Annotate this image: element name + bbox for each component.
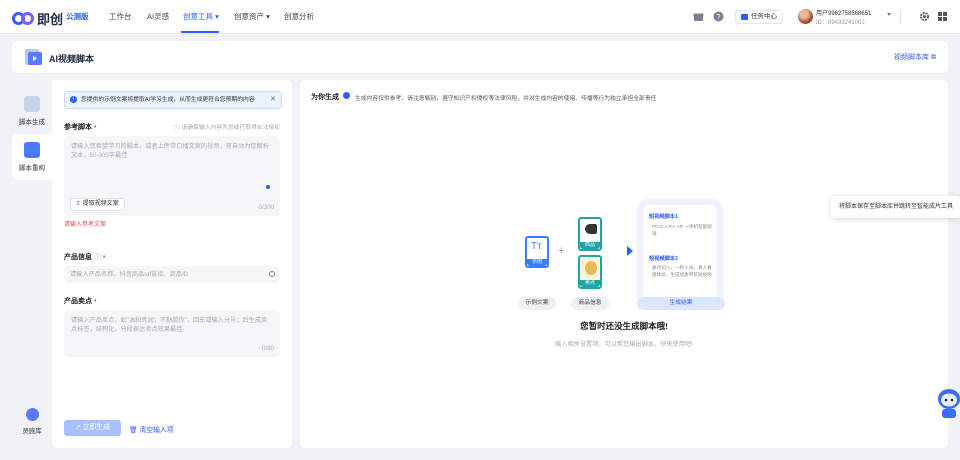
example-tile-caption: 示例 bbox=[527, 259, 547, 266]
reference-script-hint: ⓘ 请确保输入内容为您或已取得合法授权 bbox=[174, 125, 280, 131]
send-icon: ➚ bbox=[75, 424, 81, 431]
dog-icon bbox=[585, 261, 597, 275]
extract-label: 提取视频文案 bbox=[82, 201, 119, 207]
empty-state-subtitle: 输入相关设置项，可以帮您输出脚本，快来使用吧! bbox=[555, 341, 693, 348]
selling-points-label: 产品卖点 • bbox=[64, 298, 97, 305]
info-icon: i bbox=[70, 96, 77, 103]
example-text-pill: 示例文案 bbox=[518, 297, 556, 310]
info-icon[interactable] bbox=[343, 92, 350, 99]
product-info-pill: 商品信息 bbox=[571, 297, 609, 310]
script1-body: PICO 4 Pro VR 一体机智能眼镜 bbox=[652, 224, 712, 236]
generate-label: 立即生成 bbox=[82, 424, 110, 431]
assistant-mascot-icon[interactable] bbox=[936, 386, 960, 420]
user-name: 用户9962758568651 bbox=[816, 11, 872, 17]
rail-item-label: 灵感库 bbox=[22, 428, 42, 435]
script1-title: 短视频脚本1 bbox=[649, 214, 678, 220]
help-icon[interactable]: ? bbox=[713, 11, 724, 22]
nav-workbench[interactable]: 工作台 bbox=[109, 11, 132, 22]
inspiration-icon bbox=[25, 408, 39, 421]
close-icon[interactable]: ✕ bbox=[270, 92, 276, 108]
script2-body: 痛点切入，一秒入局，真人真情体验，生成优质带货短视频 bbox=[652, 265, 712, 277]
extract-video-text-button[interactable]: ⇪ 提取视频文案 bbox=[70, 198, 125, 211]
rail-item-script-rebuild[interactable]: 脚本重构 bbox=[12, 134, 52, 180]
selling-tile-caption: 卖点 bbox=[580, 280, 600, 287]
rail-item-script-generate[interactable]: 脚本生成 bbox=[12, 88, 52, 134]
page-title: AI视频脚本 bbox=[49, 54, 95, 64]
rail-item-inspiration-library[interactable]: 灵感库 bbox=[12, 402, 52, 448]
clear-label: 清空输入项 bbox=[139, 427, 174, 434]
grid-menu-icon[interactable] bbox=[937, 11, 948, 22]
left-rail: 脚本生成 脚本重构 灵感库 bbox=[12, 80, 52, 448]
reference-script-label: 参考脚本 • bbox=[64, 124, 97, 131]
selling-points-input[interactable]: 请输入产品卖点，如"油和亮润；不黏腻你"，回车或输入分号；后生成卖点标签，结构化… bbox=[64, 310, 280, 357]
nav-ai-inspiration[interactable]: AI灵感 bbox=[147, 11, 169, 22]
reference-script-placeholder: 请输入您希望学习的脚本，或者上传带口播文案的视频，将自动为您解析文本，50-30… bbox=[71, 143, 269, 159]
clear-inputs-button[interactable]: 🗑 清空输入项 bbox=[129, 424, 174, 434]
task-center-button[interactable]: 任务中心 bbox=[735, 10, 783, 24]
svg-text:?: ? bbox=[717, 14, 721, 21]
save-tooltip: 将脚本保存至脚本库并跳转至智能成片工具 bbox=[831, 196, 960, 218]
upload-icon: ⇪ bbox=[76, 201, 82, 207]
script2-title: 短视频脚本2 bbox=[649, 256, 678, 262]
text-icon: Tт bbox=[531, 241, 542, 252]
nav-active-indicator bbox=[181, 31, 219, 33]
arrow-right-icon bbox=[627, 246, 633, 256]
nav-creative-tools[interactable]: 创意工具 ▾ bbox=[183, 11, 219, 22]
document-icon bbox=[24, 96, 40, 112]
generated-scripts-preview: 短视频脚本1 PICO 4 Pro VR 一体机智能眼镜 短视频脚本2 痛点切入… bbox=[643, 205, 717, 301]
generate-button[interactable]: ➚ 立即生成 bbox=[64, 420, 121, 436]
top-nav-bar: 即创 公测版 工作台 AI灵感 创意工具 ▾ 创意资产 ▾ 创意分析 ? 任务中… bbox=[0, 0, 960, 34]
user-id: ID：99433241002 bbox=[816, 20, 865, 26]
search-icon[interactable] bbox=[269, 271, 275, 277]
page-header: AI视频脚本 视频脚本库 ⧉ bbox=[12, 41, 948, 73]
logo-text: 即创 bbox=[37, 12, 64, 27]
selling-tile: 卖点 bbox=[578, 255, 602, 289]
rail-item-label: 脚本生成 bbox=[19, 119, 45, 126]
shoe-icon bbox=[585, 224, 597, 234]
avatar[interactable] bbox=[798, 9, 813, 24]
notice-text: 您提供的示例文案将提取AI学习生成，从而生成更符合您预期的内容 bbox=[81, 97, 255, 103]
task-center-label: 任务中心 bbox=[751, 13, 777, 20]
video-script-icon bbox=[25, 49, 42, 65]
product-tile-caption: 商品 bbox=[580, 242, 600, 249]
result-title: 为你生成 bbox=[311, 94, 339, 101]
rebuild-icon bbox=[24, 142, 40, 158]
char-counter: 0/80 bbox=[261, 345, 274, 352]
input-indicator bbox=[266, 185, 270, 189]
empty-state-title: 您暂时还没生成脚本哦! bbox=[580, 321, 668, 331]
product-info-label: 产品信息 ⓘ • bbox=[64, 254, 106, 261]
app-logo[interactable]: 即创 bbox=[12, 9, 63, 28]
task-icon bbox=[741, 14, 748, 20]
divider bbox=[900, 10, 901, 23]
plus-icon: + bbox=[558, 245, 565, 257]
product-tile: 商品 bbox=[578, 217, 602, 251]
chevron-down-icon[interactable] bbox=[887, 13, 891, 16]
product-info-placeholder: 请输入产品名称、抖音商品url链接、商品ID bbox=[70, 271, 189, 278]
logo-icon bbox=[12, 12, 34, 25]
selling-points-placeholder: 请输入产品卖点，如"油和亮润；不黏腻你"，回车或输入分号；后生成卖点标签，结构化… bbox=[71, 317, 268, 333]
char-counter: 0/300 bbox=[258, 204, 274, 211]
gear-icon[interactable] bbox=[919, 11, 930, 22]
nav-creative-assets[interactable]: 创意资产 ▾ bbox=[234, 11, 270, 22]
result-disclaimer: 生成内容仅供参考，请注意甄别，遵守知识产权侵权等法律风险，并对生成内容的使用、传… bbox=[355, 96, 657, 102]
reference-error: 请输入参考文案 bbox=[64, 222, 107, 228]
nav-beta[interactable]: 公测版 bbox=[66, 11, 89, 22]
rail-item-label: 脚本重构 bbox=[19, 165, 45, 172]
result-pill: 生成结果 bbox=[637, 297, 725, 310]
script-library-link[interactable]: 视频脚本库 ⧉ bbox=[894, 52, 936, 62]
result-panel: 为你生成 生成内容仅供参考，请注意甄别，遵守知识产权侵权等法律风险，并对生成内容… bbox=[300, 80, 948, 448]
example-tile: Tт 示例 bbox=[525, 236, 549, 268]
trash-icon: 🗑 bbox=[129, 427, 138, 434]
product-info-input[interactable]: 请输入产品名称、抖音商品url链接、商品ID bbox=[64, 266, 280, 283]
gift-icon[interactable] bbox=[693, 11, 704, 22]
notice-banner: i 您提供的示例文案将提取AI学习生成，从而生成更符合您预期的内容 ✕ bbox=[64, 91, 282, 109]
nav-creative-analysis[interactable]: 创意分析 bbox=[284, 11, 314, 22]
reference-script-input[interactable]: 请输入您希望学习的脚本，或者上传带口播文案的视频，将自动为您解析文本，50-30… bbox=[64, 136, 280, 216]
script-form: i 您提供的示例文案将提取AI学习生成，从而生成更符合您预期的内容 ✕ 参考脚本… bbox=[52, 80, 292, 448]
